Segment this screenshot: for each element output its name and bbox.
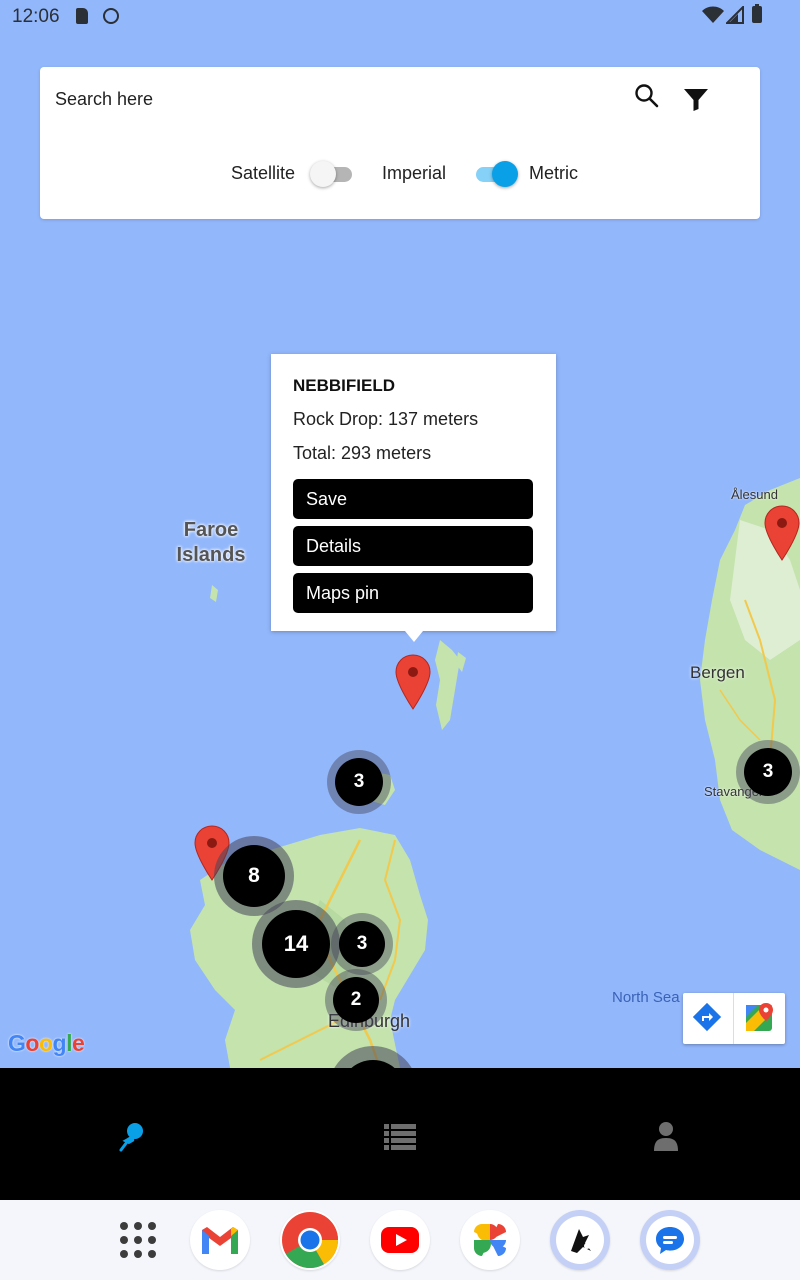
sd-card-icon	[76, 8, 88, 24]
signal-icon	[726, 6, 744, 24]
satellite-label: Satellite	[231, 163, 296, 183]
status-time: 12:06	[12, 6, 60, 27]
cluster-count: 3	[744, 748, 792, 796]
directions-button[interactable]	[683, 993, 733, 1044]
total-text: Total: 293 meters	[293, 443, 432, 463]
search-card: Satellite Imperial Metric	[40, 67, 760, 219]
marker-info-popup: NEBBIFIELD Rock Drop: 137 meters Total: …	[271, 354, 556, 642]
map-label-faroe: Faroe Islands	[176, 519, 246, 566]
climber-app-icon	[571, 1229, 591, 1253]
sync-icon	[103, 8, 119, 24]
switch-thumb	[310, 161, 336, 187]
map-pin-marker[interactable]	[395, 654, 431, 710]
app-drawer-icon	[120, 1222, 156, 1258]
list-icon	[384, 1124, 416, 1150]
directions-icon	[692, 1002, 722, 1032]
marker-cluster[interactable]: 2	[325, 969, 387, 1031]
gmail-app[interactable]	[190, 1210, 250, 1270]
chrome-app[interactable]	[280, 1210, 340, 1270]
bottom-navigation	[0, 1068, 800, 1200]
battery-icon	[752, 4, 762, 23]
open-in-maps-button[interactable]	[734, 993, 785, 1044]
marker-cluster[interactable]: 3	[736, 740, 800, 804]
map-toolbar	[683, 993, 785, 1044]
youtube-app[interactable]	[370, 1210, 430, 1270]
google-logo: Google	[8, 1030, 85, 1056]
details-button[interactable]: Details	[293, 526, 533, 566]
marker-cluster[interactable]: 3	[327, 750, 391, 814]
app-dock	[0, 1200, 800, 1280]
app-drawer-button[interactable]	[108, 1210, 168, 1270]
popup-title: NEBBIFIELD	[293, 376, 395, 395]
filter-icon[interactable]	[683, 87, 709, 113]
maps-pin-button[interactable]: Maps pin	[293, 573, 533, 613]
cluster-count: 3	[339, 921, 385, 967]
cluster-count: 2	[333, 977, 379, 1023]
search-input[interactable]	[53, 85, 617, 113]
google-maps-icon	[746, 1003, 773, 1031]
units-toggle[interactable]	[472, 161, 518, 187]
map-label-north-sea: North Sea	[612, 989, 680, 1006]
map-pin-marker[interactable]	[764, 505, 800, 561]
photos-app[interactable]	[460, 1210, 520, 1270]
switch-thumb	[492, 161, 518, 187]
chrome-icon	[282, 1212, 338, 1268]
messages-app[interactable]	[640, 1210, 700, 1270]
wifi-icon	[702, 6, 724, 23]
marker-cluster[interactable]: 14	[252, 900, 340, 988]
save-button[interactable]: Save	[293, 479, 533, 519]
cluster-count: 14	[262, 910, 330, 978]
climber-app[interactable]	[550, 1210, 610, 1270]
youtube-icon	[381, 1227, 419, 1253]
search-icon[interactable]	[634, 83, 660, 109]
nav-item-list[interactable]	[380, 1116, 420, 1156]
metric-label: Metric	[529, 163, 578, 183]
map-label-bergen: Bergen	[690, 663, 745, 682]
gmail-icon	[202, 1227, 238, 1254]
person-icon	[654, 1122, 678, 1151]
messages-icon	[656, 1227, 684, 1254]
imperial-label: Imperial	[382, 163, 447, 183]
nav-item-profile[interactable]	[646, 1116, 686, 1156]
nav-item-map[interactable]	[113, 1116, 153, 1156]
rock-drop-text: Rock Drop: 137 meters	[293, 409, 479, 429]
cluster-count: 8	[223, 845, 285, 907]
pin-icon	[119, 1123, 143, 1152]
map-label-alesund: Ålesund	[731, 487, 778, 502]
cluster-count: 3	[335, 758, 383, 806]
satellite-toggle[interactable]	[310, 161, 354, 187]
status-bar: 12:06	[0, 0, 800, 34]
marker-cluster[interactable]: 3	[331, 913, 393, 975]
photos-icon	[474, 1224, 506, 1256]
